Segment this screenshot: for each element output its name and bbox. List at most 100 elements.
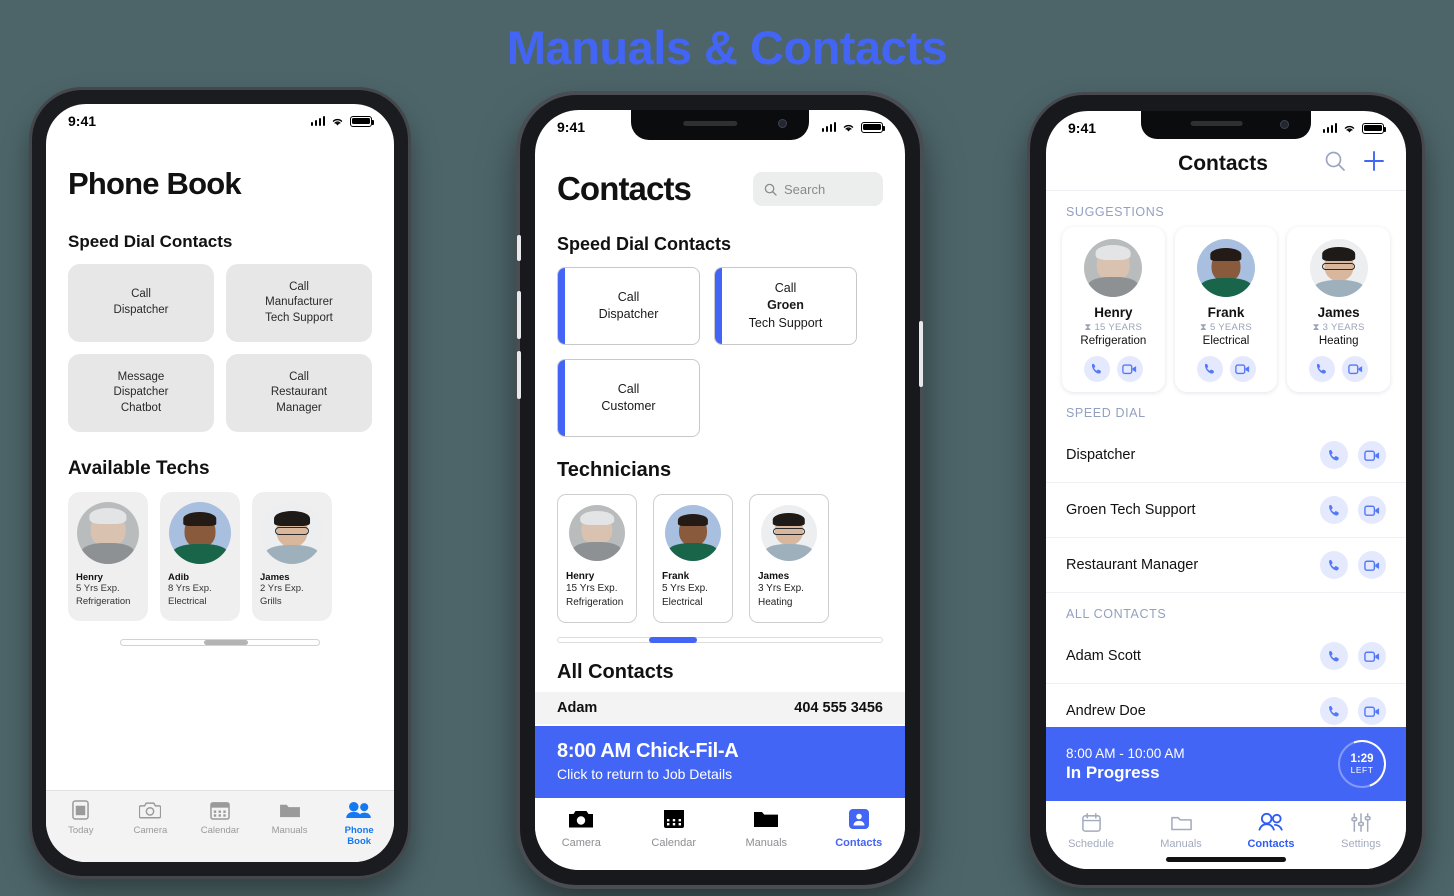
tab-settings[interactable]: Settings	[1316, 810, 1406, 850]
call-button[interactable]	[1196, 356, 1223, 382]
suggestion-card[interactable]: Henry ⧗ 15 YEARS Refrigeration	[1062, 227, 1165, 392]
speed-dial-button[interactable]: Call Groen Tech Support	[714, 267, 857, 345]
tab-contacts[interactable]: Contacts	[1226, 810, 1316, 850]
hourglass-icon: ⧗	[1084, 322, 1095, 333]
speed-dial-grid: Call Dispatcher Call Groen Tech Support …	[557, 267, 883, 437]
btn-line2: Customer	[601, 399, 656, 413]
tab-manuals[interactable]: Manuals	[720, 806, 813, 849]
video-call-button[interactable]	[1358, 642, 1386, 670]
tech-specialty: Electrical	[662, 597, 703, 608]
list-item[interactable]: Restaurant Manager	[1046, 538, 1406, 593]
tab-contacts[interactable]: Contacts	[813, 806, 906, 849]
speed-dial-grid: Call Dispatcher Call Manufacturer Tech S…	[68, 264, 372, 432]
calendar-icon	[1046, 810, 1136, 834]
speed-dial-button[interactable]: Message Dispatcher Chatbot	[68, 354, 214, 432]
tech-card[interactable]: Frank 5 Yrs Exp. Electrical	[653, 494, 733, 623]
tab-calendar[interactable]: Calendar	[628, 806, 721, 849]
speed-dial-button[interactable]: Call Restaurant Manager	[226, 354, 372, 432]
tech-card[interactable]: James 2 Yrs Exp. Grills	[252, 492, 332, 621]
btn-line3: Tech Support	[265, 311, 333, 324]
call-button[interactable]	[1320, 496, 1348, 524]
add-contact-icon[interactable]	[1362, 149, 1386, 178]
tab-today[interactable]: Today	[46, 799, 116, 836]
tab-manuals[interactable]: Manuals	[1136, 810, 1226, 850]
tab-manuals[interactable]: Manuals	[255, 799, 325, 836]
video-call-button[interactable]	[1229, 356, 1256, 382]
list-item[interactable]: Dispatcher	[1046, 428, 1406, 483]
tech-card[interactable]: Henry 5 Yrs Exp. Refrigeration	[68, 492, 148, 621]
speed-dial-button[interactable]: Call Customer	[557, 359, 700, 437]
tech-card[interactable]: Henry 15 Yrs Exp. Refrigeration	[557, 494, 637, 623]
btn-line1: Call	[617, 381, 640, 396]
tech-carousel[interactable]: Henry 15 Yrs Exp. Refrigeration Frank 5 …	[557, 494, 883, 623]
video-call-button[interactable]	[1342, 356, 1369, 382]
speed-dial-button[interactable]: Call Dispatcher	[68, 264, 214, 342]
specialty: Heating	[1318, 335, 1359, 347]
carousel-scrollbar[interactable]	[557, 637, 883, 643]
phone1-screen: 9:41 Phone Book Speed Dial Contacts Call…	[46, 104, 394, 862]
volume-up-button[interactable]	[517, 291, 521, 339]
suggestion-card[interactable]: James ⧗ 3 YEARS Heating	[1287, 227, 1391, 392]
contact-name: Adam Scott	[1066, 648, 1141, 664]
tech-specialty: Refrigeration	[76, 595, 131, 607]
call-button[interactable]	[1309, 356, 1336, 382]
speed-dial-button[interactable]: Call Dispatcher	[557, 267, 700, 345]
tech-carousel[interactable]: Henry 5 Yrs Exp. Refrigeration Adib 8 Yr…	[68, 492, 372, 621]
tab-label: Camera	[133, 825, 168, 836]
battery-icon	[1362, 122, 1386, 134]
camera-icon	[535, 806, 628, 832]
btn-line3: Chatbot	[120, 401, 162, 414]
avatar	[1084, 239, 1143, 297]
call-button[interactable]	[1320, 441, 1348, 469]
cellular-signal-icon	[310, 116, 325, 126]
tab-schedule[interactable]: Schedule	[1046, 810, 1136, 850]
tech-name: Henry	[566, 571, 595, 582]
available-techs-heading: Available Techs	[68, 458, 210, 479]
tech-specialty: Heating	[758, 597, 793, 608]
timer-progress-arc	[1330, 732, 1394, 796]
tab-calendar[interactable]: Calendar	[185, 799, 255, 836]
search-icon[interactable]	[1324, 150, 1346, 177]
video-call-button[interactable]	[1116, 356, 1143, 382]
tab-label: Contacts	[835, 837, 883, 849]
tab-camera[interactable]: Camera	[535, 806, 628, 849]
contact-name: Henry	[1094, 305, 1133, 320]
search-input[interactable]: Search	[753, 172, 883, 206]
video-call-button[interactable]	[1358, 496, 1386, 524]
volume-down-button[interactable]	[517, 351, 521, 399]
folder-icon	[720, 806, 813, 832]
btn-line2: Manufacturer	[265, 296, 333, 309]
silent-switch[interactable]	[517, 235, 521, 261]
call-button[interactable]	[1320, 551, 1348, 579]
suggestion-card[interactable]: Frank ⧗ 5 YEARS Electrical	[1174, 227, 1278, 392]
tech-card[interactable]: James 3 Yrs Exp. Heating	[749, 494, 829, 623]
tab-phone-book[interactable]: Phone Book	[324, 799, 394, 848]
list-item[interactable]: Adam Scott	[1046, 629, 1406, 684]
list-item[interactable]: Groen Tech Support	[1046, 483, 1406, 538]
job-banner[interactable]: 8:00 AM Chick-Fil-A Click to return to J…	[535, 726, 905, 798]
earpiece-speaker	[1190, 121, 1243, 126]
hourglass-icon: ⧗	[1200, 322, 1210, 333]
specialty: Electrical	[1202, 335, 1250, 347]
phone1-tab-bar: Today Camera Calendar Manuals Phone Book	[46, 790, 394, 862]
tab-camera[interactable]: Camera	[116, 799, 186, 836]
all-contacts-heading: ALL CONTACTS	[1066, 607, 1167, 621]
video-call-button[interactable]	[1358, 697, 1386, 725]
call-button[interactable]	[1083, 356, 1110, 382]
tab-label: Manuals	[1160, 838, 1202, 850]
tech-experience: 2 Yrs Exp.	[260, 583, 304, 594]
job-banner[interactable]: 8:00 AM - 10:00 AM In Progress 1:29 LEFT	[1046, 727, 1406, 801]
tech-card[interactable]: Adib 8 Yrs Exp. Electrical	[160, 492, 240, 621]
contact-row[interactable]: Adam 404 555 3456	[535, 692, 905, 724]
carousel-scrollbar[interactable]	[120, 638, 320, 646]
btn-line2: Restaurant	[270, 386, 328, 399]
power-button[interactable]	[919, 321, 923, 387]
video-call-button[interactable]	[1358, 551, 1386, 579]
years-badge: 3 YEARS	[1322, 322, 1365, 333]
call-button[interactable]	[1320, 642, 1348, 670]
btn-line2: Dispatcher	[598, 307, 659, 321]
speed-dial-button[interactable]: Call Manufacturer Tech Support	[226, 264, 372, 342]
video-call-button[interactable]	[1358, 441, 1386, 469]
call-button[interactable]	[1320, 697, 1348, 725]
battery-icon	[861, 121, 885, 133]
